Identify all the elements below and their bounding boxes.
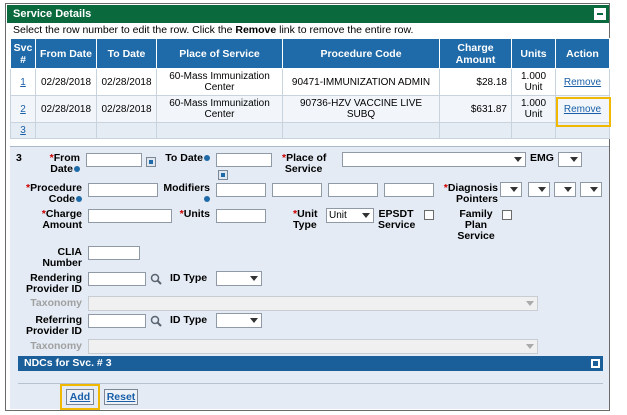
modifier-4-input[interactable]	[384, 183, 434, 197]
taxonomy-select[interactable]	[88, 296, 538, 311]
rendering-id-type-select[interactable]	[216, 271, 262, 286]
charge-amount-label: *Charge Amount	[41, 208, 82, 231]
epsdt-service-label: EPSDT Service	[378, 208, 416, 231]
diagnosis-pointer-2-select[interactable]	[528, 182, 550, 197]
from-date-calendar-icon[interactable]	[146, 157, 156, 167]
units-label: *Units	[179, 208, 210, 220]
charge-amount-input[interactable]	[88, 209, 172, 223]
row-1-charge: $28.18	[439, 68, 512, 96]
referring-provider-label: Referring Provider ID	[25, 314, 82, 337]
row-3-number-link[interactable]: 3	[20, 125, 26, 136]
modifier-2-input[interactable]	[272, 183, 322, 197]
divider	[18, 383, 603, 384]
instructions-text: Select the row number to edit the row. C…	[13, 24, 414, 36]
row-1-remove-link[interactable]: Remove	[564, 77, 601, 88]
row-1-units: 1.000 Unit	[511, 68, 556, 96]
modifier-3-input[interactable]	[328, 183, 378, 197]
modifier-1-input[interactable]	[216, 183, 266, 197]
panel-title-bar: Service Details	[7, 5, 609, 23]
from-date-input[interactable]	[86, 153, 142, 167]
row-2-units: 1.000 Unit	[511, 95, 556, 123]
place-of-service-select[interactable]	[342, 152, 526, 167]
unit-type-select[interactable]: Unit	[326, 208, 374, 223]
remove-highlight-box	[556, 97, 611, 127]
header-svc-num: Svc #	[10, 38, 36, 69]
service-table: Svc # From Date To Date Place of Service…	[10, 38, 610, 139]
row-2-procedure: 90736-HZV VACCINE LIVE SUBQ	[282, 95, 440, 123]
units-input[interactable]	[216, 209, 266, 223]
family-plan-service-label: Family Plan Service	[457, 208, 495, 242]
to-date-input[interactable]	[216, 153, 272, 167]
header-charge-amount: Charge Amount	[439, 38, 512, 69]
ndc-section-header[interactable]: NDCs for Svc. # 3	[18, 356, 603, 371]
row-2-place: 60-Mass Immunization Center	[156, 95, 283, 123]
rendering-provider-input[interactable]	[88, 272, 146, 286]
referring-id-type-select[interactable]	[216, 313, 262, 328]
row-1-to-date: 02/28/2018	[96, 68, 157, 96]
emg-label: EMG	[530, 152, 554, 164]
to-date-calendar-icon[interactable]	[218, 170, 228, 180]
collapse-icon[interactable]	[594, 8, 606, 20]
procedure-code-input[interactable]	[88, 183, 158, 197]
from-date-label: *From Date	[49, 152, 80, 175]
diagnosis-pointers-label: *Diagnosis Pointers	[443, 182, 498, 205]
search-icon[interactable]	[150, 273, 162, 285]
procedure-code-label: *Procedure Code	[25, 182, 82, 205]
row-2-from-date: 02/28/2018	[35, 95, 97, 123]
ndc-title: NDCs for Svc. # 3	[24, 357, 112, 369]
header-to-date: To Date	[96, 38, 157, 69]
table-row: 2 02/28/2018 02/28/2018 60-Mass Immuniza…	[10, 95, 610, 123]
form-row-number: 3	[16, 152, 22, 164]
search-icon[interactable]	[150, 315, 162, 327]
modifiers-label: Modifiers	[158, 183, 210, 205]
row-1-from-date: 02/28/2018	[35, 68, 97, 96]
diagnosis-pointer-3-select[interactable]	[554, 182, 576, 197]
expand-icon[interactable]	[591, 359, 600, 368]
place-of-service-label: *Place of Service	[282, 152, 327, 175]
diagnosis-pointer-1-select[interactable]	[500, 182, 522, 197]
referring-provider-input[interactable]	[88, 314, 146, 328]
header-action: Action	[555, 38, 610, 69]
epsdt-service-checkbox[interactable]	[424, 210, 434, 220]
to-date-label: To Date	[162, 153, 210, 164]
emg-select[interactable]	[558, 152, 582, 167]
service-edit-form: 3 *From Date To Date *Place of Service EM…	[10, 146, 609, 410]
header-from-date: From Date	[35, 38, 97, 69]
header-units: Units	[511, 38, 556, 69]
rendering-id-type-label: ID Type	[170, 272, 208, 284]
taxonomy-2-label: Taxonomy	[30, 340, 82, 352]
table-row: 3	[10, 122, 610, 139]
clia-number-input[interactable]	[88, 246, 140, 260]
add-button[interactable]: Add	[66, 389, 94, 405]
taxonomy-label: Taxonomy	[30, 297, 82, 309]
row-2-charge: $631.87	[439, 95, 512, 123]
header-place-of-service: Place of Service	[156, 38, 283, 69]
family-plan-checkbox[interactable]	[502, 210, 512, 220]
table-row: 1 02/28/2018 02/28/2018 60-Mass Immuniza…	[10, 68, 610, 96]
row-2-to-date: 02/28/2018	[96, 95, 157, 123]
referring-id-type-label: ID Type	[170, 314, 208, 326]
rendering-provider-label: Rendering Provider ID	[25, 272, 82, 295]
panel-title: Service Details	[13, 8, 92, 20]
header-procedure-code: Procedure Code	[282, 38, 440, 69]
row-1-procedure: 90471-IMMUNIZATION ADMIN	[282, 68, 440, 96]
reset-button[interactable]: Reset	[104, 389, 138, 405]
unit-type-label: *Unit Type	[293, 208, 318, 231]
row-2-number-link[interactable]: 2	[20, 104, 26, 115]
table-header-row: Svc # From Date To Date Place of Service…	[10, 38, 610, 69]
clia-number-label: CLIA Number	[42, 246, 82, 269]
diagnosis-pointer-4-select[interactable]	[580, 182, 602, 197]
row-1-number-link[interactable]: 1	[20, 77, 26, 88]
service-details-panel: Service Details Select the row number to…	[5, 3, 611, 411]
taxonomy-2-select[interactable]	[88, 339, 538, 354]
row-1-place: 60-Mass Immunization Center	[156, 68, 283, 96]
